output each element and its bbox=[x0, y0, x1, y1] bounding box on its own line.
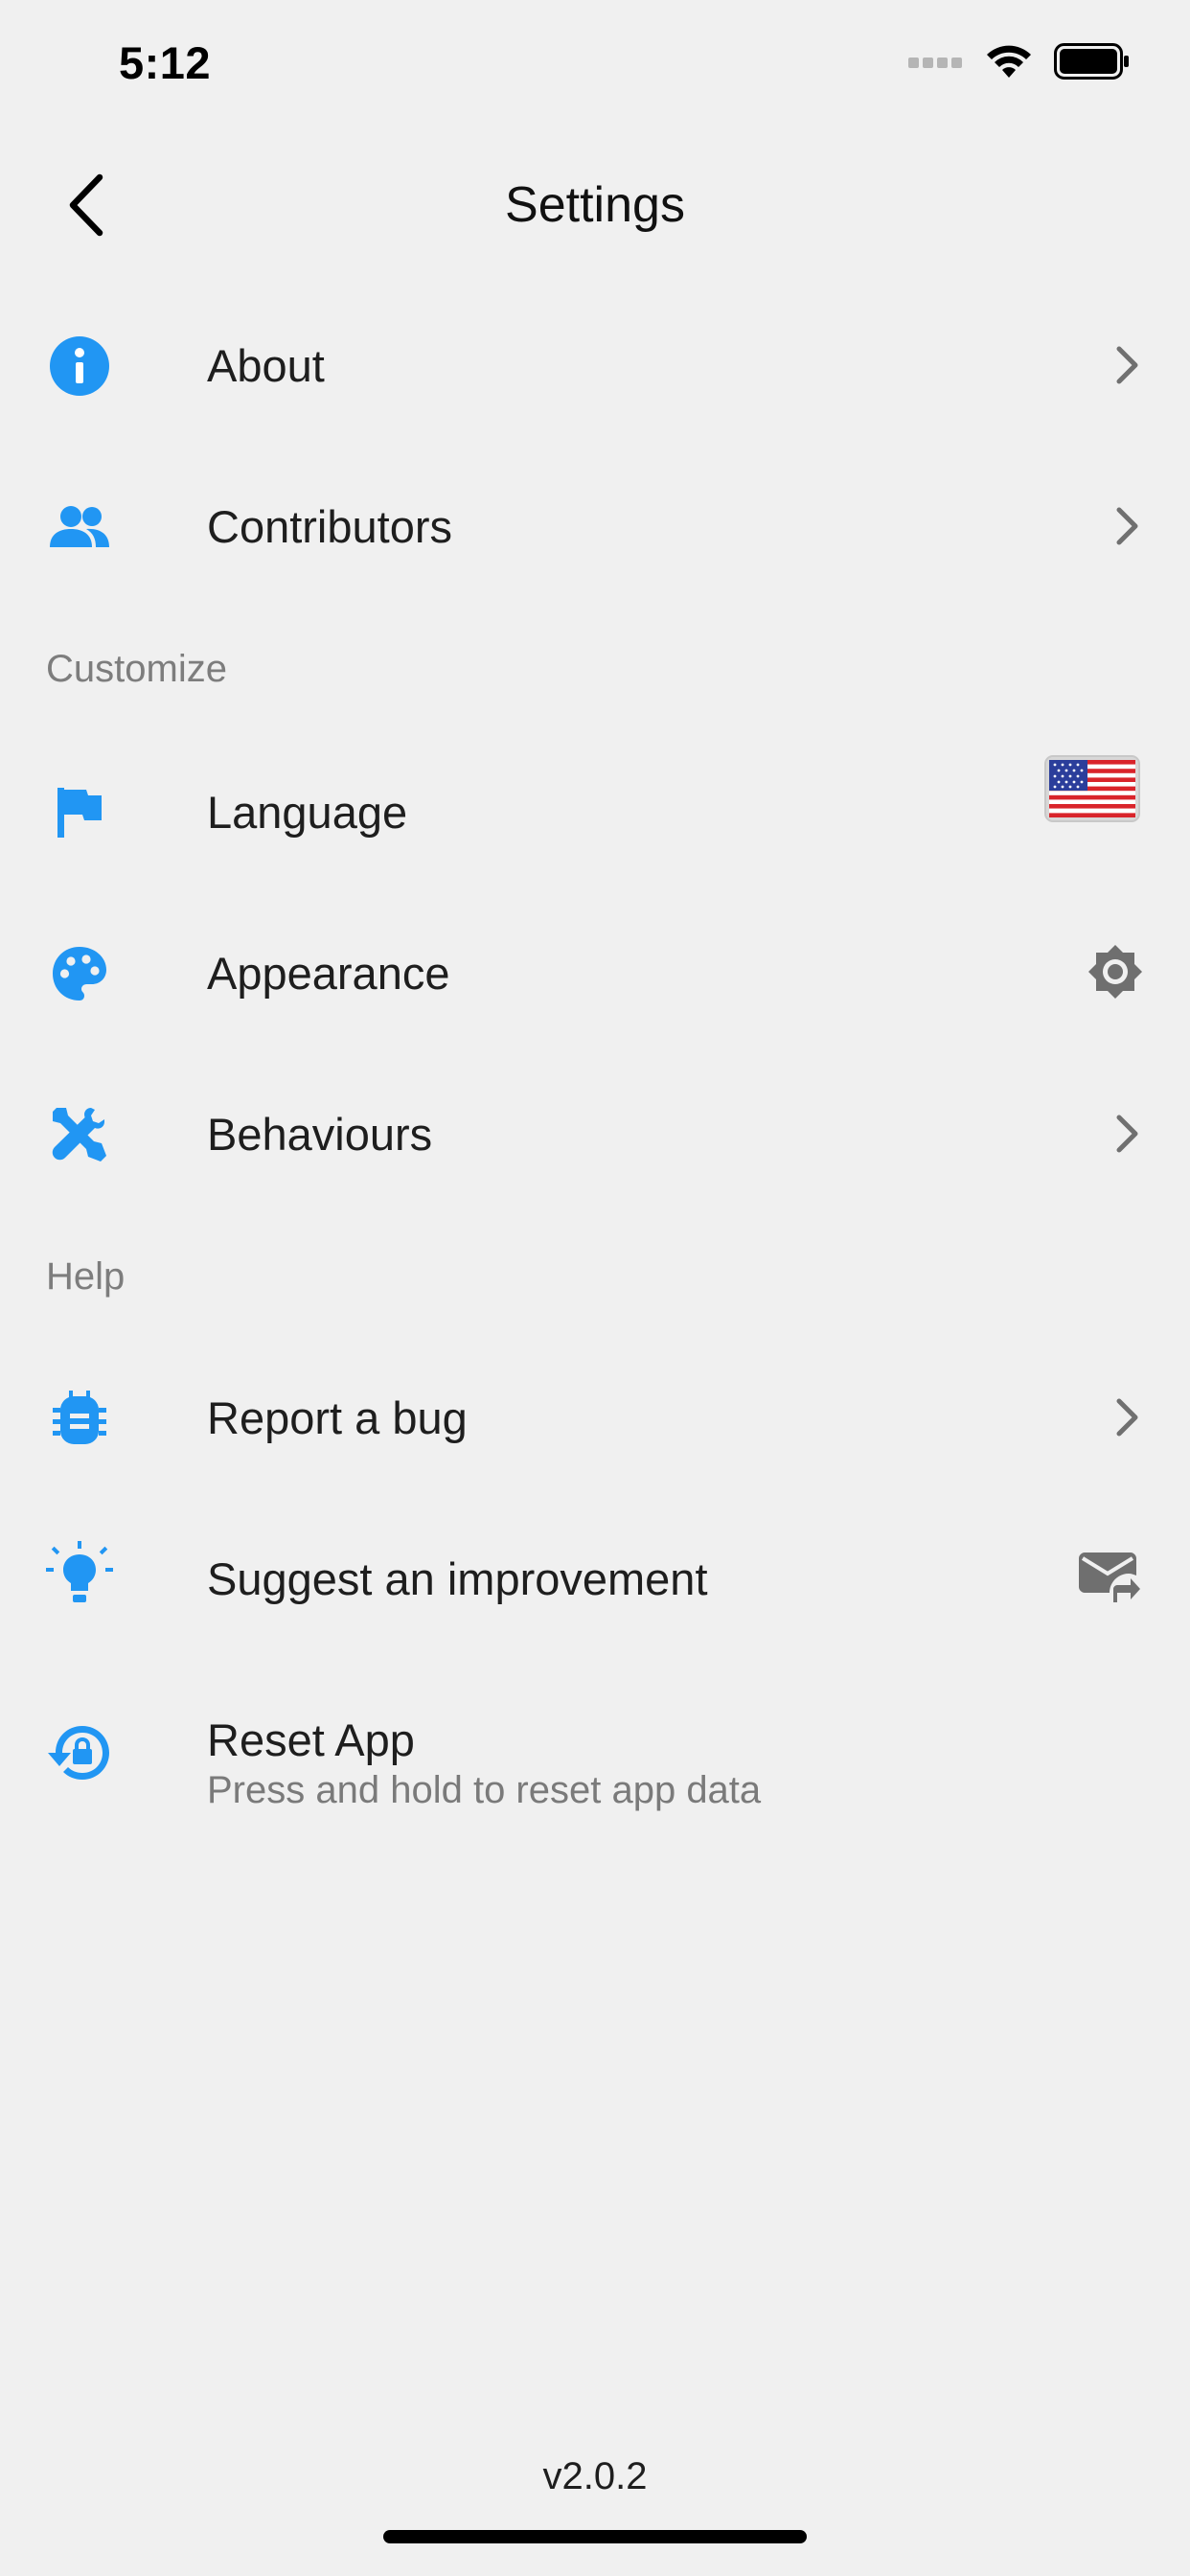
behaviours-label: Behaviours bbox=[207, 1109, 433, 1160]
app-version: v2.0.2 bbox=[542, 2455, 648, 2497]
suggest-improvement-row[interactable]: Suggest an improvement bbox=[0, 1499, 1190, 1660]
brightness-auto-icon bbox=[1087, 943, 1144, 1000]
language-row[interactable]: Language bbox=[0, 732, 1190, 893]
behaviours-row[interactable]: Behaviours bbox=[0, 1054, 1190, 1215]
report-bug-label: Report a bug bbox=[207, 1392, 468, 1443]
people-icon bbox=[46, 494, 113, 561]
reset-app-label: Reset App bbox=[207, 1714, 415, 1765]
report-bug-row[interactable]: Report a bug bbox=[0, 1338, 1190, 1499]
section-help: Help bbox=[46, 1255, 126, 1298]
wifi-icon bbox=[985, 43, 1033, 84]
appearance-label: Appearance bbox=[207, 948, 450, 999]
about-row[interactable]: About bbox=[0, 286, 1190, 447]
reset-app-row[interactable]: Reset App Press and hold to reset app da… bbox=[0, 1660, 1190, 1832]
chevron-right-icon bbox=[1115, 345, 1140, 385]
status-icons bbox=[908, 42, 1131, 84]
bug-icon bbox=[46, 1385, 113, 1452]
palette-icon bbox=[46, 940, 113, 1007]
home-indicator bbox=[383, 2530, 807, 2543]
tools-icon bbox=[46, 1101, 113, 1168]
contributors-label: Contributors bbox=[207, 501, 452, 552]
appearance-row[interactable]: Appearance bbox=[0, 893, 1190, 1054]
lock-reset-icon bbox=[46, 1719, 113, 1786]
battery-icon bbox=[1054, 42, 1131, 84]
flag-icon bbox=[46, 779, 113, 846]
us-flag-icon bbox=[1044, 755, 1140, 822]
contributors-row[interactable]: Contributors bbox=[0, 447, 1190, 608]
email-forward-icon bbox=[1079, 1549, 1140, 1604]
chevron-right-icon bbox=[1115, 506, 1140, 546]
lightbulb-icon bbox=[46, 1541, 113, 1608]
page-title: Settings bbox=[505, 177, 685, 233]
signal-icon bbox=[908, 55, 964, 73]
nav-bar: Settings bbox=[0, 144, 1190, 268]
reset-app-sublabel: Press and hold to reset app data bbox=[207, 1769, 762, 1811]
chevron-right-icon bbox=[1115, 1114, 1140, 1154]
settings-screen: 5:12 Settings About Contributors Customi… bbox=[0, 0, 1190, 2576]
info-icon bbox=[46, 333, 113, 400]
language-label: Language bbox=[207, 787, 408, 838]
about-label: About bbox=[207, 340, 325, 391]
chevron-right-icon bbox=[1115, 1397, 1140, 1438]
suggest-improvement-label: Suggest an improvement bbox=[207, 1553, 708, 1604]
status-time: 5:12 bbox=[119, 37, 212, 88]
section-customize: Customize bbox=[46, 648, 227, 690]
